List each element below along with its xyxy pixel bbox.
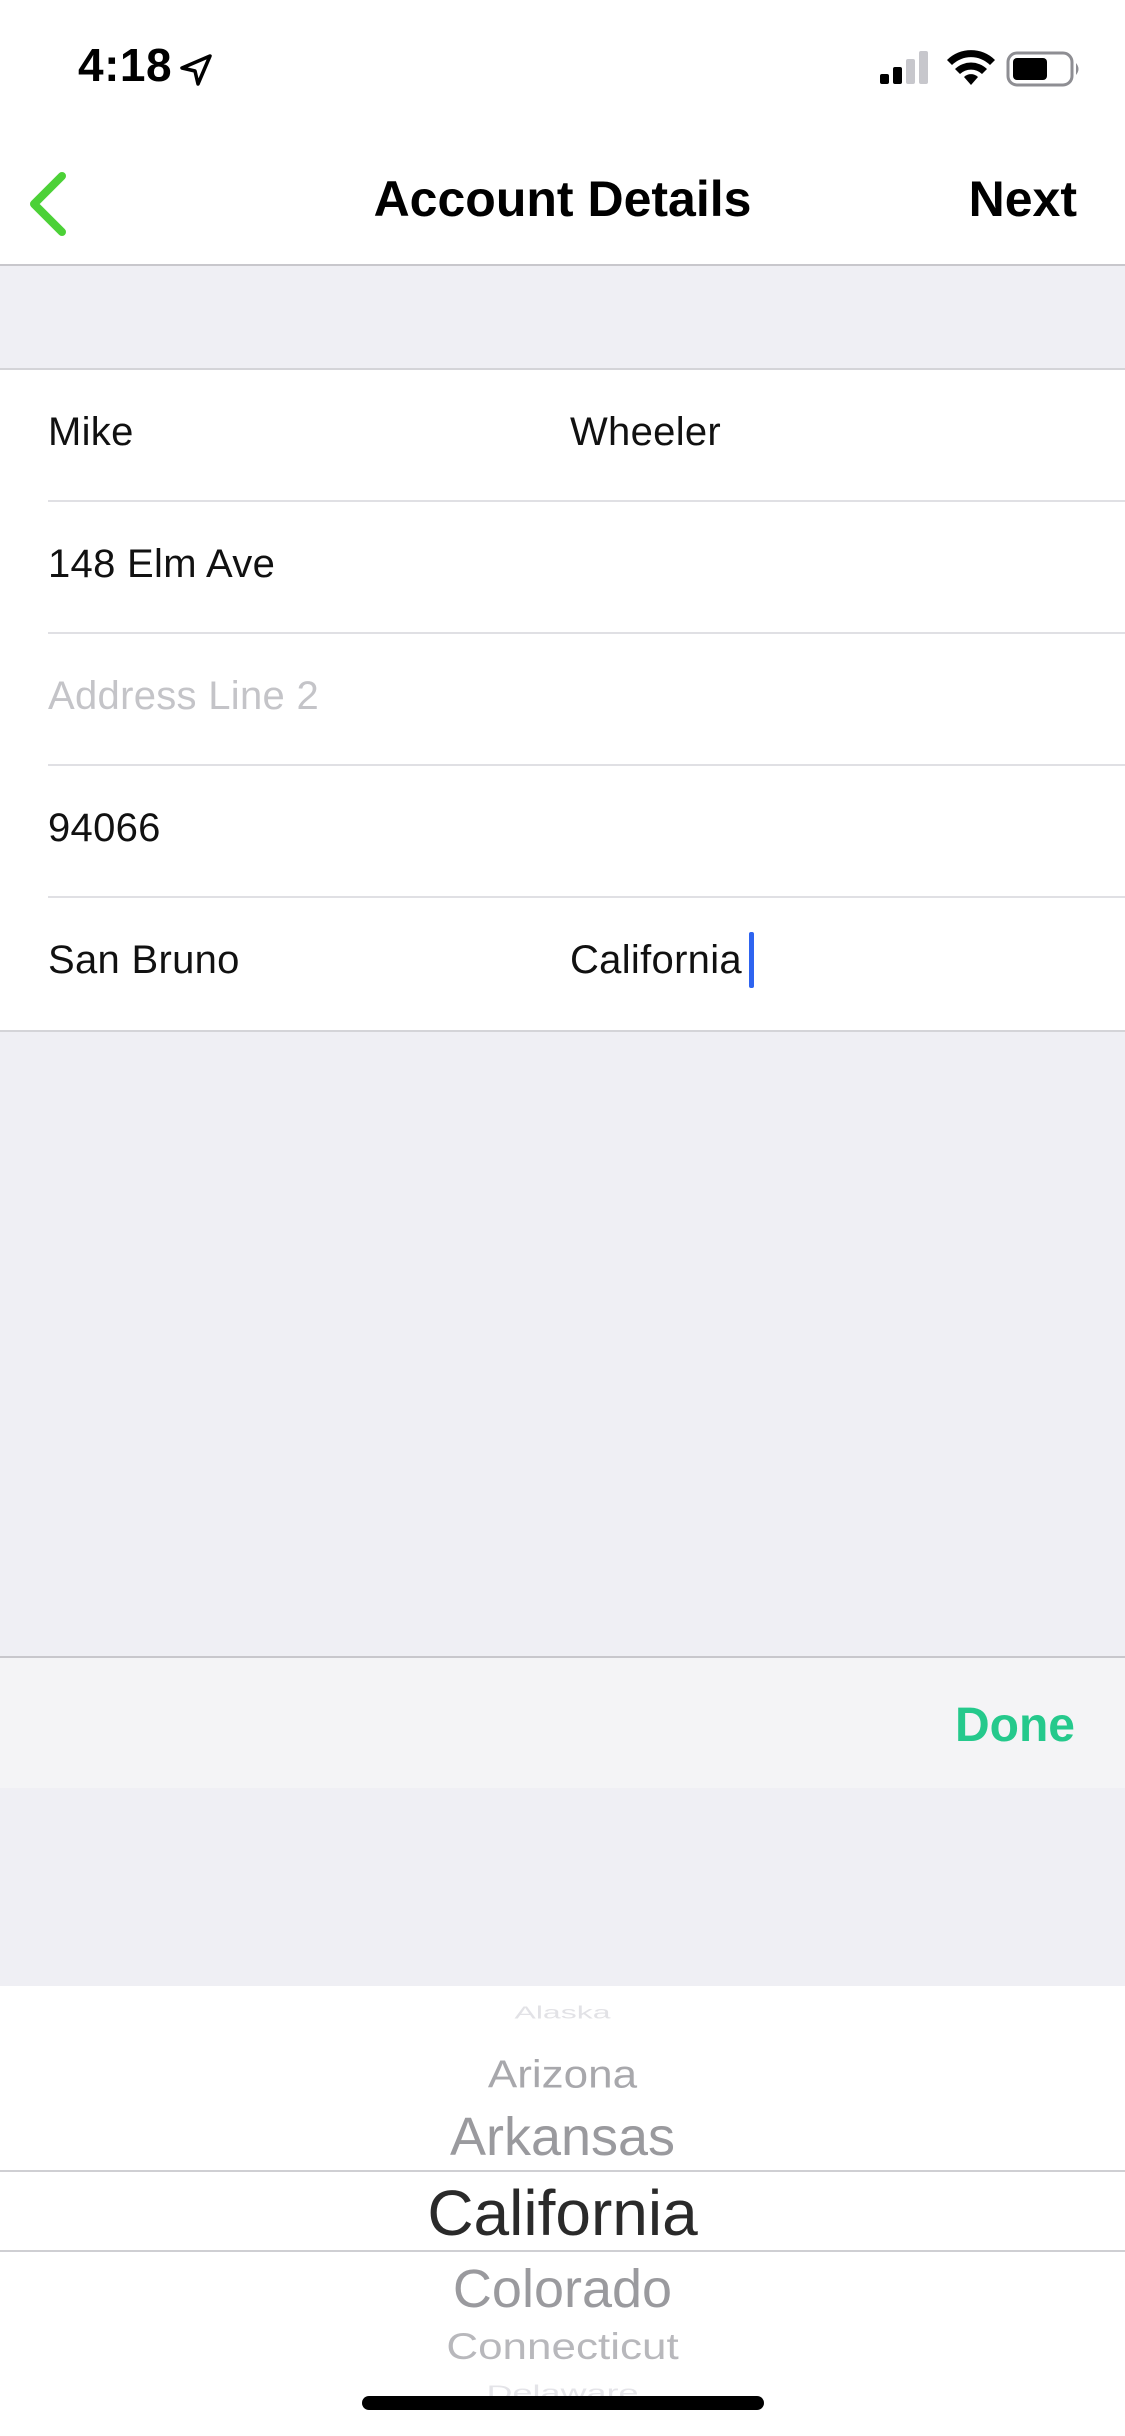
navigation-bar: Account Details Next [0, 140, 1125, 266]
battery-icon [1006, 51, 1079, 87]
city-state-row: San Bruno California [48, 898, 1125, 1028]
address-line-1-row: 148 Elm Ave [48, 502, 1125, 634]
picker-item[interactable]: Colorado [0, 2258, 1125, 2320]
zip-code-field[interactable]: 94066 [48, 806, 161, 851]
picker-item[interactable]: Connecticut [0, 2326, 1125, 2369]
picker-spacer [0, 1788, 1125, 1986]
keyboard-toolbar: Done [0, 1656, 1125, 1790]
zip-row: 94066 [48, 766, 1125, 898]
address-line-2-row: Address Line 2 [48, 634, 1125, 766]
name-row: Mike Wheeler [48, 370, 1125, 502]
status-time: 4:18 [78, 39, 173, 91]
done-button[interactable]: Done [955, 1698, 1075, 1753]
location-arrow-icon [180, 54, 212, 86]
picker-selection-top-line [0, 2170, 1125, 2172]
picker-selection-bottom-line [0, 2250, 1125, 2252]
home-indicator[interactable] [362, 2396, 764, 2410]
state-field[interactable]: California [570, 938, 742, 983]
picker-item[interactable]: Alaska [0, 2002, 1125, 2022]
first-name-field[interactable]: Mike [48, 410, 134, 455]
address-form: Mike Wheeler 148 Elm Ave Address Line 2 … [0, 368, 1125, 1032]
state-picker[interactable]: Alaska Arizona Arkansas California Color… [0, 1986, 1125, 2436]
next-button[interactable]: Next [969, 170, 1077, 228]
wifi-icon [947, 50, 995, 85]
picker-item[interactable]: Arizona [0, 2053, 1125, 2097]
city-field[interactable]: San Bruno [48, 938, 240, 983]
text-cursor [749, 932, 754, 988]
cellular-signal-icon [880, 51, 928, 84]
picker-item[interactable]: Arkansas [0, 2106, 1125, 2168]
last-name-field[interactable]: Wheeler [570, 410, 721, 455]
address-line-1-field[interactable]: 148 Elm Ave [48, 542, 275, 587]
status-bar: 4:18 [0, 0, 1125, 140]
address-line-2-field[interactable]: Address Line 2 [48, 674, 319, 719]
picker-item-selected[interactable]: California [0, 2176, 1125, 2250]
page-title: Account Details [373, 171, 752, 227]
